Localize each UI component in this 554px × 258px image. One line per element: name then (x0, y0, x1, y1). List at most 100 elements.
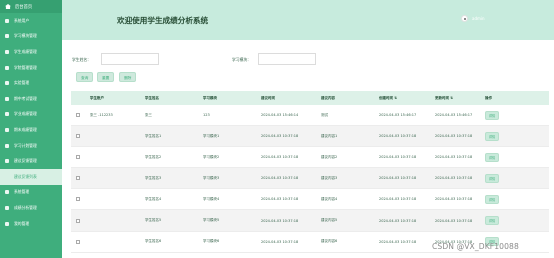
chart-icon (5, 49, 9, 54)
sidebar-item[interactable]: 学习模块管理 (0, 29, 62, 45)
table-cell: 学生姓名2 (145, 154, 162, 159)
table-cell: 张三 -112233 (90, 112, 113, 117)
table-cell: 测试 (321, 112, 328, 117)
search-button[interactable]: 查询 (76, 72, 94, 82)
watermark: CSDN @VX_DKF10088 (432, 242, 519, 251)
top-header: 欢迎使用学生成绩分析系统 admin (62, 0, 554, 40)
details-button[interactable]: 详情 (485, 131, 499, 141)
sidebar: 后台首页 系统用户学习模块管理 学生成绩管理 学院管理管理 实验管理期中考试管理 学业成… (0, 0, 62, 258)
sidebar-header[interactable]: 后台首页 (0, 0, 62, 13)
sortable-column-header[interactable]: 更新时间 ⇅ (435, 96, 485, 101)
table-cell: 学习模块3 (203, 175, 220, 180)
sidebar-item[interactable]: 学生成绩管理 (0, 44, 62, 60)
column-header: 建议时间 (261, 95, 275, 100)
table-header: 学生账户 学生姓名 学习模块 建议时间 建议内容 创建时间 ⇅ 更新时间 ⇅ 操… (71, 91, 549, 105)
sidebar-item-label: 学生成绩管理 (14, 48, 37, 54)
message-icon (5, 159, 9, 164)
sidebar-item-label: 实验管理 (14, 80, 30, 86)
details-button[interactable]: 详情 (485, 173, 499, 183)
row-select-cell (71, 113, 90, 118)
row-checkbox[interactable] (76, 155, 80, 160)
sidebar-item[interactable]: 期末成绩管理 (0, 122, 62, 138)
details-button[interactable]: 详情 (485, 216, 499, 226)
details-button[interactable]: 详情 (485, 194, 499, 204)
row-checkbox[interactable] (76, 176, 80, 181)
row-checkbox[interactable] (76, 113, 80, 118)
table-cell: 学习模块2 (203, 154, 220, 159)
sidebar-item[interactable]: 实验管理 (0, 75, 62, 91)
table-cell: 建议内容4 (321, 196, 338, 201)
table-cell: 学习模块4 (203, 196, 220, 201)
table-cell: 2024-04-03 10:37:18 (261, 218, 299, 223)
table-cell: 2024-04-03 10:37:18 (435, 197, 473, 202)
page-title: 欢迎使用学生成绩分析系统 (117, 16, 209, 25)
table-cell: 建议内容5 (321, 218, 338, 223)
student-name-input[interactable] (101, 53, 159, 65)
study-module-input[interactable] (258, 53, 316, 65)
sidebar-item-label: 学习计划管理 (14, 142, 37, 148)
sidebar-item[interactable]: 成绩分析管理 (0, 200, 62, 216)
row-checkbox[interactable] (76, 218, 80, 223)
clipboard-icon (5, 96, 9, 101)
sidebar-item-label: 学业成绩管理 (14, 111, 37, 117)
sidebar-item[interactable]: 建议反馈管理 (0, 153, 62, 169)
actions-cell: 详情 (485, 131, 549, 141)
username[interactable]: admin (472, 16, 485, 21)
delete-button[interactable]: 删除 (119, 72, 137, 82)
table-cell: 2024-04-03 10:37:18 (261, 176, 299, 181)
actions-cell: 详情 (485, 216, 549, 226)
avatar[interactable] (461, 15, 468, 22)
table-cell: 2024-04-03 10:37:18 (261, 239, 299, 244)
row-select-cell (71, 155, 90, 160)
table-cell: 2024-04-03 10:37:18 (379, 239, 417, 244)
table-cell: 2024-04-03 10:37:18 (379, 218, 417, 223)
folder-icon (5, 65, 9, 70)
study-module-label: 学习模块： (232, 57, 251, 62)
sidebar-item-label: 学习模块管理 (14, 33, 37, 39)
sidebar-item[interactable]: 建议反馈列表 (0, 168, 62, 185)
sidebar-item-label: 期中考试管理 (14, 95, 37, 101)
sidebar-item-label: 系统管理 (14, 189, 30, 195)
sidebar-item[interactable]: 学业成绩管理 (0, 107, 62, 123)
row-checkbox[interactable] (76, 239, 80, 244)
sidebar-item-label: 学院管理管理 (14, 64, 37, 70)
table-cell: 建议内容6 (321, 239, 338, 244)
sidebar-item[interactable]: 学习计划管理 (0, 138, 62, 154)
reset-button[interactable]: 重置 (97, 72, 115, 82)
book-icon (5, 34, 9, 39)
sidebar-item[interactable]: 系统管理 (0, 185, 62, 201)
table-cell: 学习模块5 (203, 218, 220, 223)
row-select-cell (71, 239, 90, 244)
table-row: 张三 -112233 张三 123 2024-04-03 15:46:14 测试 2024… (71, 105, 549, 127)
sidebar-item[interactable]: 学院管理管理 (0, 60, 62, 76)
table-cell: 2024-04-03 10:37:18 (379, 155, 417, 160)
table-cell: 2024-04-03 10:37:18 (379, 134, 417, 139)
feedback-table: 学生账户 学生姓名 学习模块 建议时间 建议内容 创建时间 ⇅ 更新时间 ⇅ 操… (71, 91, 549, 253)
sidebar-item-label: 成绩分析管理 (14, 204, 37, 210)
column-header: 建议内容 (321, 95, 335, 100)
column-header: 操作 (485, 95, 492, 100)
sidebar-item[interactable]: 期中考试管理 (0, 91, 62, 107)
row-select-cell (71, 176, 90, 181)
sidebar-item-label: 系统用户 (14, 17, 30, 23)
row-checkbox[interactable] (76, 134, 80, 139)
table-cell: 2024-04-03 10:37:18 (435, 176, 473, 181)
student-name-label: 学生姓名： (72, 57, 91, 62)
table-cell: 建议内容2 (321, 154, 338, 159)
table-cell: 学习模块6 (203, 239, 220, 244)
row-checkbox[interactable] (76, 197, 80, 202)
details-button[interactable]: 详情 (485, 110, 499, 120)
user-icon (5, 221, 9, 226)
table-row: 学生姓名2 学习模块2 2024-04-03 10:37:18 建议内容2 2024-0… (71, 147, 549, 169)
table-row: 学生姓名1 学习模块1 2024-04-03 10:37:18 建议内容1 2024-0… (71, 126, 549, 148)
sidebar-item[interactable]: 系统用户 (0, 13, 62, 29)
gear-icon (5, 190, 9, 195)
table-cell: 学习模块1 (203, 133, 220, 138)
avatar-icon (463, 17, 466, 20)
sidebar-item-label: 我的管理 (14, 220, 30, 226)
details-button[interactable]: 详情 (485, 152, 499, 162)
calendar-icon (5, 143, 9, 148)
table-cell: 2024-04-03 10:37:18 (379, 197, 417, 202)
sortable-column-header[interactable]: 创建时间 ⇅ (379, 96, 435, 101)
sidebar-item[interactable]: 我的管理 (0, 216, 62, 232)
